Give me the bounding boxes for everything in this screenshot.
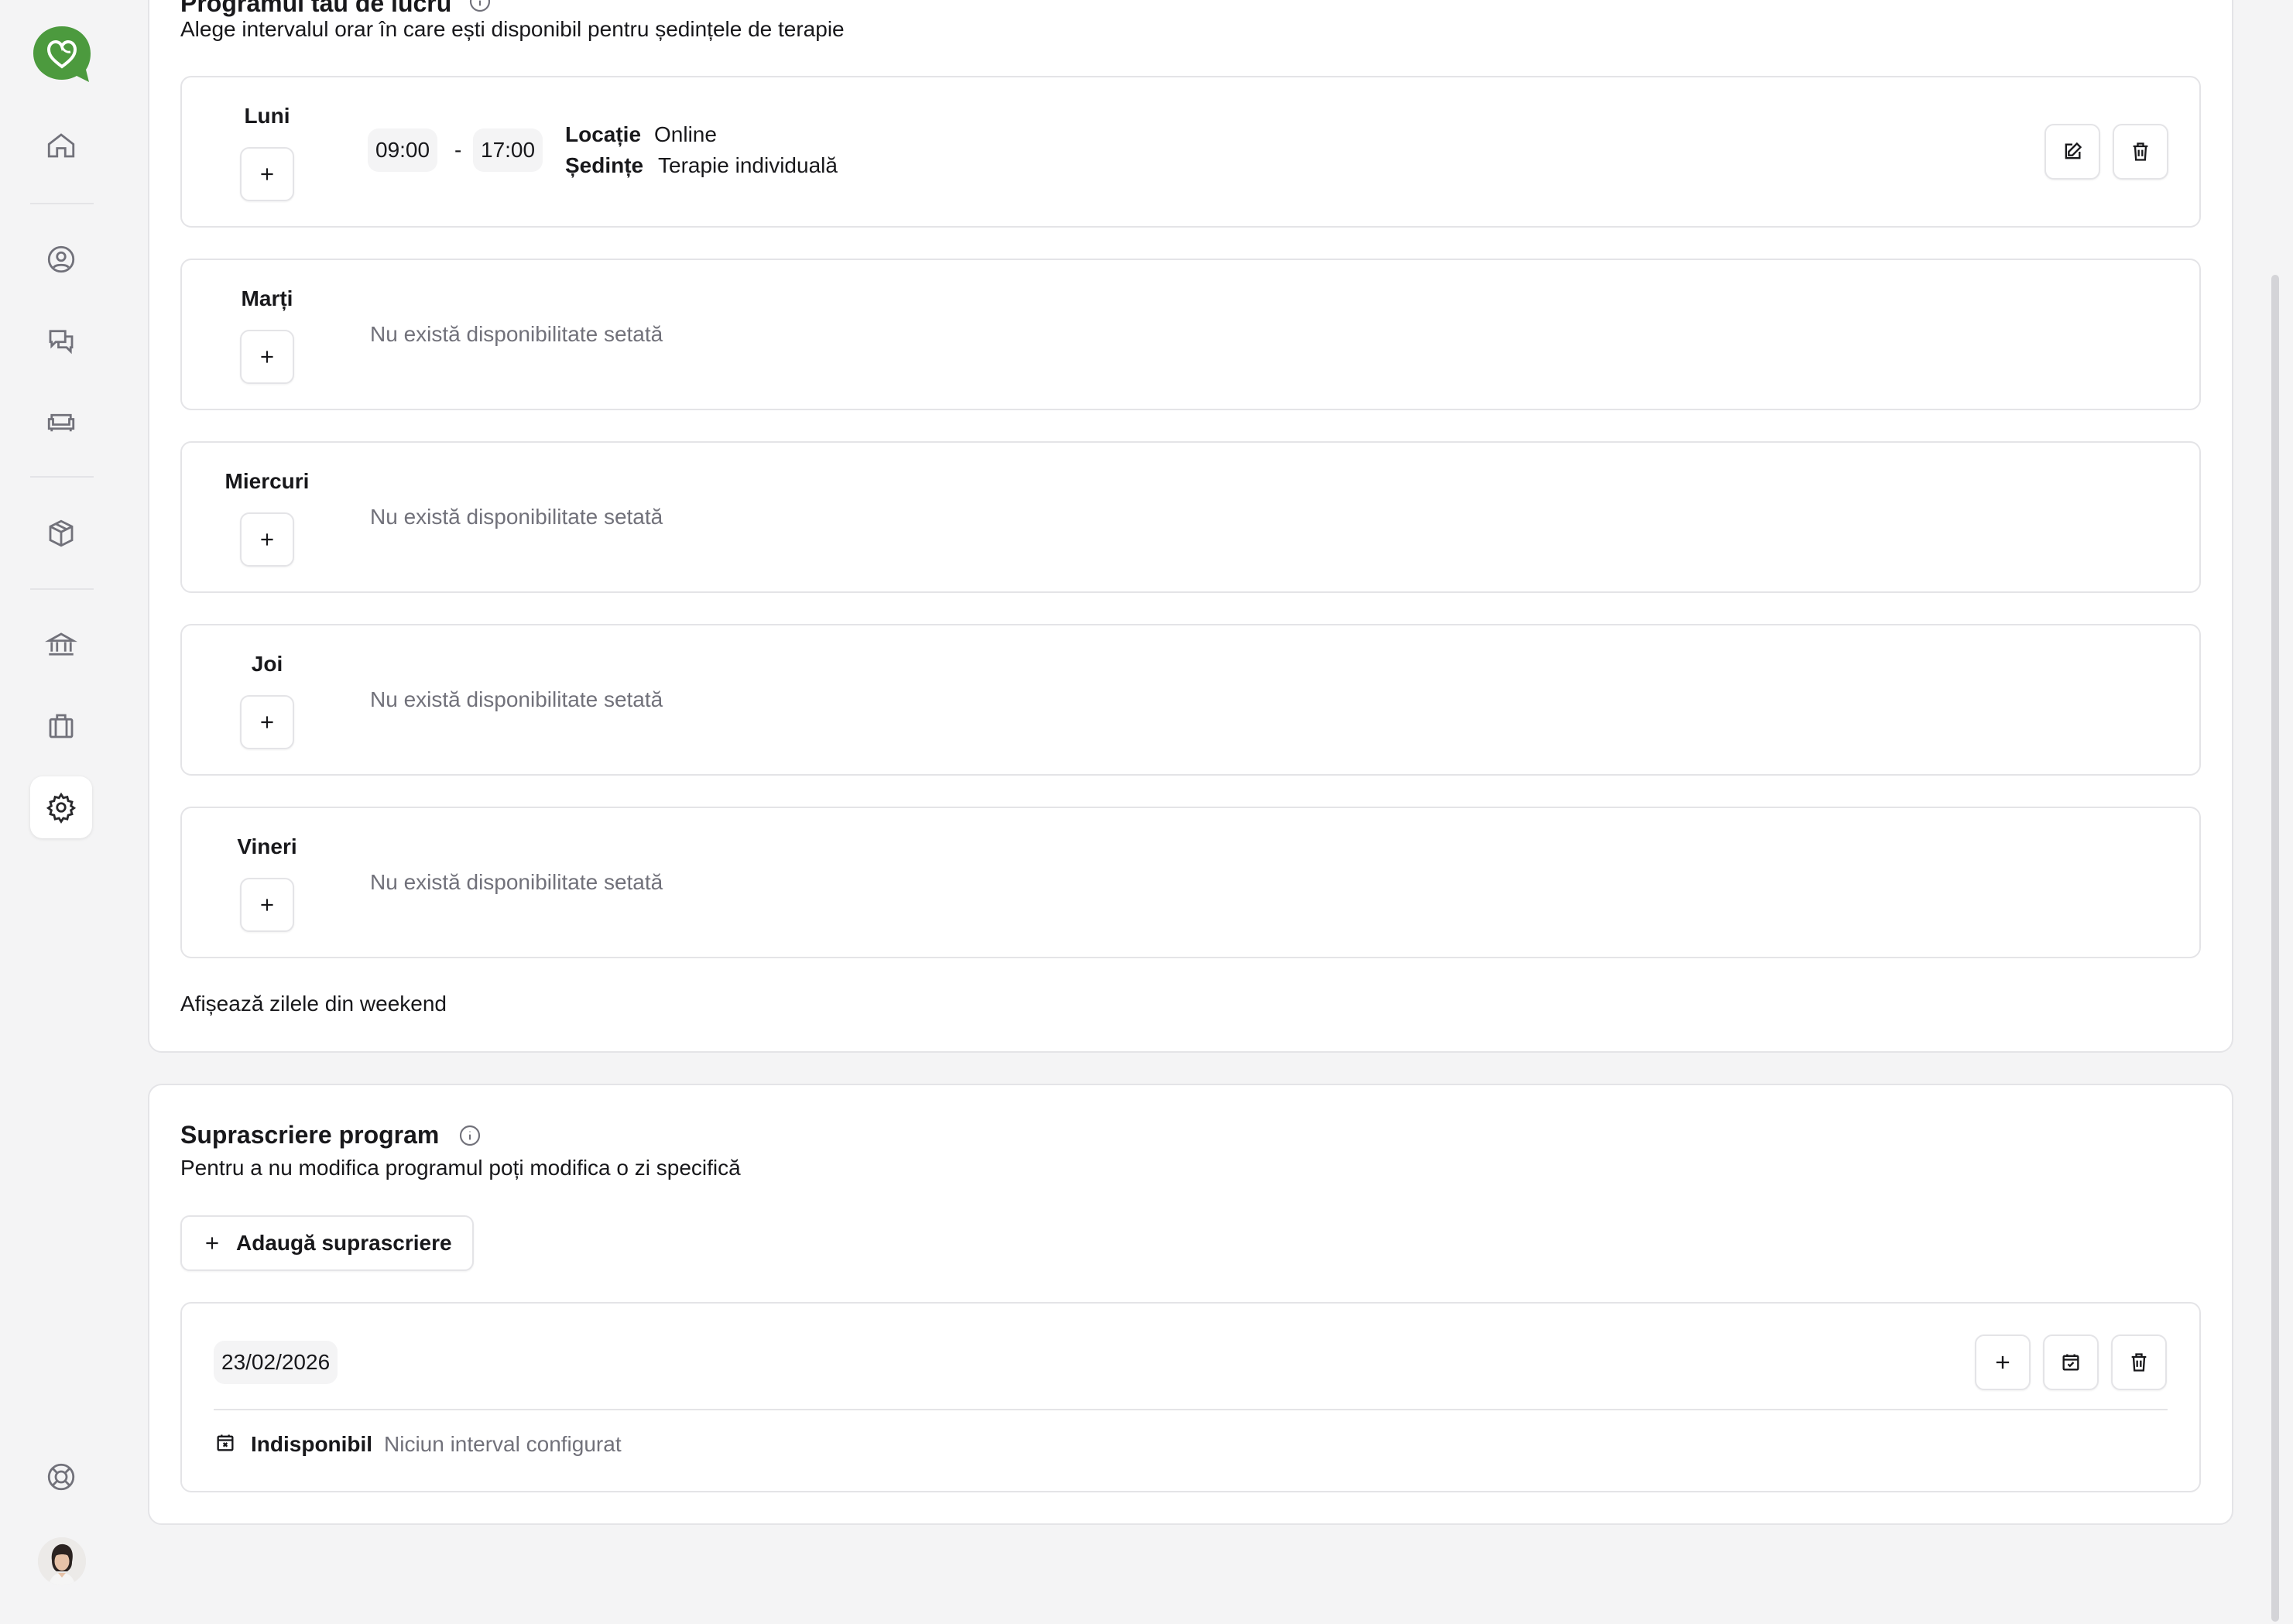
lifebuoy-icon[interactable] [30,1446,92,1508]
override-date[interactable]: 23/02/2026 [214,1341,338,1384]
scrollbar-thumb[interactable] [2271,275,2279,1622]
schedule-description: Alege intervalul orar în care ești dispo… [180,17,845,41]
nav-divider [30,588,94,590]
calendar-check-icon [2062,1354,2079,1371]
info-icon[interactable] [468,0,492,14]
empty-availability-text: Nu există disponibilitate setată [370,505,663,529]
calendar-x-icon [214,1432,236,1454]
trash-icon [2133,142,2148,161]
override-entry [180,1302,2201,1492]
edit-button[interactable] [2045,124,2100,180]
app-logo[interactable] [30,23,94,87]
day-row-miercuri: Miercuri Nu există disponibilitate setat… [180,441,2201,593]
nav-divider [30,203,94,204]
empty-availability-text: Nu există disponibilitate setată [370,322,663,346]
delete-override-button[interactable] [2111,1334,2167,1390]
day-name: Miercuri [225,469,310,493]
edit-icon [2065,142,2082,159]
add-interval-button[interactable] [240,512,294,567]
add-interval-button[interactable] [240,147,294,201]
end-time[interactable]: 17:00 [473,128,543,172]
add-interval-button[interactable] [1975,1334,2031,1390]
schedule-title: Programul tău de lucru [180,0,452,17]
sessions-value: Terapie individuală [658,153,838,177]
start-time[interactable]: 09:00 [368,128,438,172]
plus-icon [206,1237,218,1249]
day-row-marti: Marți Nu există disponibilitate setată [180,259,2201,410]
weekend-toggle[interactable]: Afișează zilele din weekend [180,992,447,1016]
location-value: Online [654,122,717,146]
add-interval-button[interactable] [240,330,294,384]
add-override-label: Adaugă suprascriere [236,1231,452,1255]
day-row-luni: Luni 09:00 - 17:00 Locație Online Ședinț… [180,76,2201,228]
briefcase-icon[interactable] [30,695,92,757]
home-icon[interactable] [30,115,92,176]
day-name: Marți [241,286,293,310]
day-row-vineri: Vineri Nu există disponibilitate setată [180,807,2201,958]
user-circle-icon[interactable] [30,228,92,290]
time-separator: - [454,138,462,162]
day-name: Vineri [237,834,297,858]
location-label: Locație [565,122,642,146]
calendar-check-button[interactable] [2043,1334,2099,1390]
avatar[interactable] [38,1537,86,1585]
delete-button[interactable] [2113,124,2168,180]
sofa-icon[interactable] [30,391,92,453]
gear-icon[interactable] [30,776,92,838]
plus-icon [1996,1355,2010,1369]
day-name: Luni [244,104,290,128]
bank-icon[interactable] [30,614,92,676]
sessions-label: Ședințe [565,153,644,177]
info-icon[interactable] [458,1123,482,1148]
entry-divider [214,1409,2168,1410]
unavailable-detail: Niciun interval configurat [384,1432,622,1456]
add-interval-button[interactable] [240,878,294,932]
nav-divider [30,476,94,478]
day-row-joi: Joi Nu există disponibilitate setată [180,624,2201,776]
trash-icon [2131,1353,2147,1372]
box-icon[interactable] [30,502,92,564]
override-title: Suprascriere program [180,1121,440,1149]
empty-availability-text: Nu există disponibilitate setată [370,687,663,711]
override-description: Pentru a nu modifica programul poți modi… [180,1156,741,1180]
add-override-button[interactable]: Adaugă suprascriere [180,1215,474,1271]
unavailable-label: Indisponibil [251,1432,373,1456]
sidebar [0,0,124,1624]
empty-availability-text: Nu există disponibilitate setată [370,870,663,894]
chat-icon[interactable] [30,310,92,372]
day-name: Joi [251,652,283,676]
add-interval-button[interactable] [240,695,294,749]
